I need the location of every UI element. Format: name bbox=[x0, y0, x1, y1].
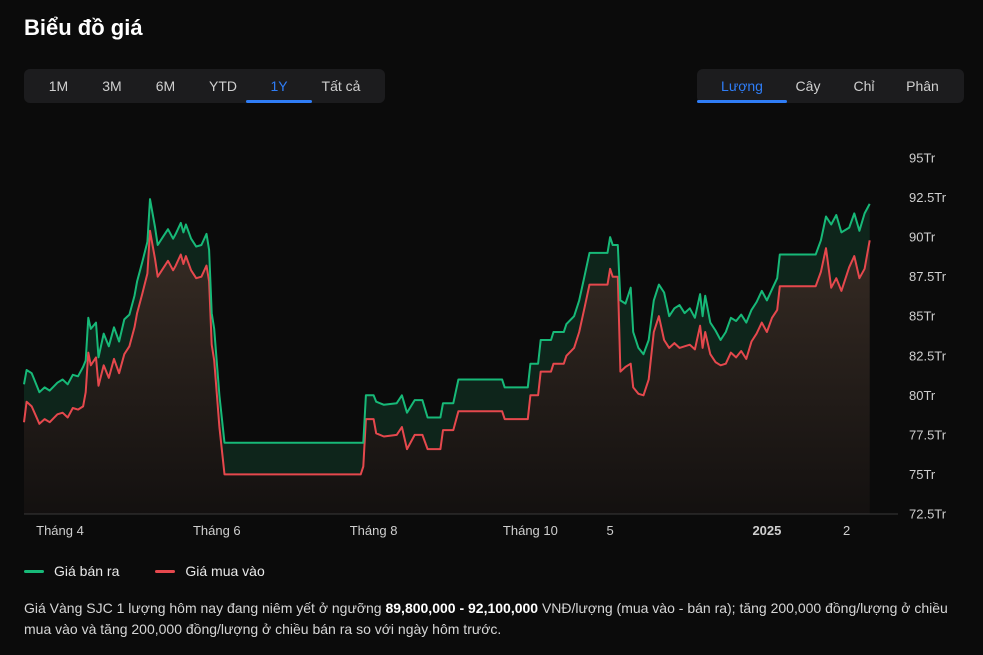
description-price-range: 89,800,000 - 92,100,000 bbox=[385, 600, 539, 616]
y-tick-label: 90Tr bbox=[909, 230, 936, 245]
page-title: Biểu đồ giá bbox=[24, 15, 143, 40]
x-tick-label: Tháng 4 bbox=[36, 523, 84, 538]
x-tick-label: 2 bbox=[843, 523, 850, 538]
unit-tab-luong[interactable]: Lượng bbox=[697, 69, 787, 103]
legend-label-buy: Giá mua vào bbox=[185, 563, 265, 579]
y-tick-label: 95Tr bbox=[909, 151, 936, 166]
y-tick-label: 85Tr bbox=[909, 309, 936, 324]
range-tab-6m[interactable]: 6M bbox=[131, 69, 200, 103]
time-range-selector: 1M 3M 6M YTD 1Y Tất cả bbox=[24, 69, 385, 103]
unit-tab-phan[interactable]: Phân bbox=[899, 69, 946, 103]
x-tick-label: Tháng 8 bbox=[350, 523, 398, 538]
range-tab-all[interactable]: Tất cả bbox=[312, 69, 370, 103]
x-tick-label: Tháng 6 bbox=[193, 523, 241, 538]
x-tick-label: 5 bbox=[606, 523, 613, 538]
description-text-1: Giá Vàng SJC 1 lượng hôm nay đang niêm y… bbox=[24, 600, 386, 616]
y-tick-label: 87.5Tr bbox=[909, 269, 947, 284]
legend-item-sell[interactable]: Giá bán ra bbox=[24, 563, 119, 579]
buy-price-area bbox=[24, 230, 870, 515]
y-tick-label: 72.5Tr bbox=[909, 507, 947, 522]
legend-label-sell: Giá bán ra bbox=[54, 563, 120, 579]
unit-tab-chi[interactable]: Chỉ bbox=[829, 69, 899, 103]
range-tab-1m[interactable]: 1M bbox=[24, 69, 93, 103]
unit-selector: Lượng Cây Chỉ Phân bbox=[697, 69, 964, 103]
chart-legend: Giá bán ra Giá mua vào bbox=[24, 563, 301, 579]
x-tick-label: 2025 bbox=[752, 523, 781, 538]
y-tick-label: 75Tr bbox=[909, 467, 936, 482]
legend-swatch-buy bbox=[155, 569, 176, 573]
price-description: Giá Vàng SJC 1 lượng hôm nay đang niêm y… bbox=[24, 598, 964, 640]
legend-swatch-sell bbox=[24, 569, 44, 573]
unit-tab-cay[interactable]: Cây bbox=[787, 69, 829, 103]
y-tick-label: 77.5Tr bbox=[909, 427, 947, 442]
y-tick-label: 80Tr bbox=[909, 388, 936, 403]
y-tick-label: 82.5Tr bbox=[909, 348, 947, 363]
range-tab-ytd[interactable]: YTD bbox=[200, 69, 246, 103]
legend-item-buy[interactable]: Giá mua vào bbox=[155, 563, 265, 579]
range-tab-1y[interactable]: 1Y bbox=[246, 69, 312, 103]
range-tab-3m[interactable]: 3M bbox=[93, 69, 131, 103]
y-tick-label: 92.5Tr bbox=[909, 190, 947, 205]
x-tick-label: Tháng 10 bbox=[503, 523, 558, 538]
price-chart[interactable]: 95Tr 92.5Tr 90Tr 87.5Tr 85Tr 82.5Tr 80Tr 77.5Tr… bbox=[0, 140, 983, 540]
